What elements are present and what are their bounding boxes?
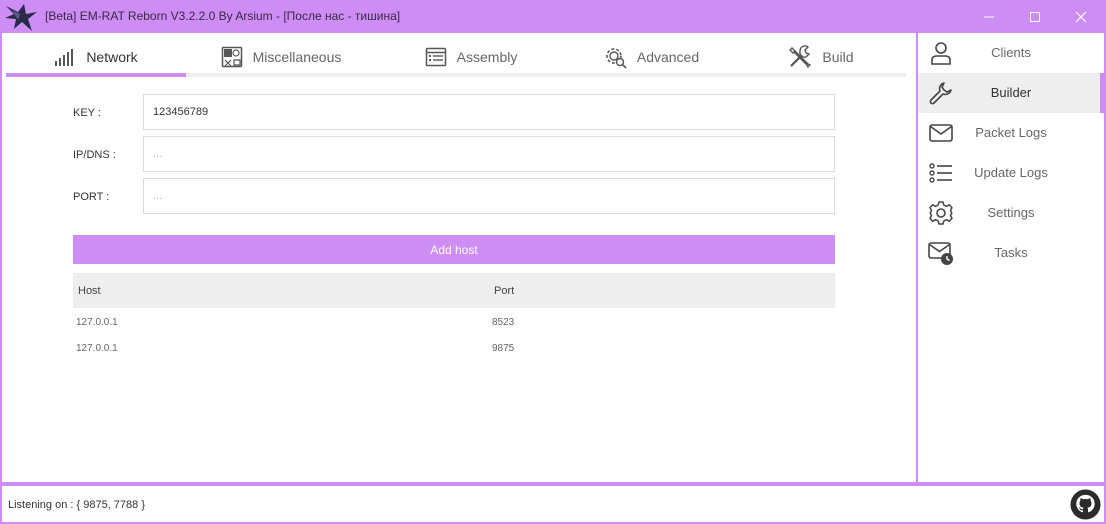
wrench-icon bbox=[929, 82, 952, 105]
sidebar-item-clients[interactable]: Clients bbox=[918, 33, 1104, 73]
misc-grid-icon bbox=[221, 46, 243, 68]
status-bar: Listening on : { 9875, 7788 } bbox=[2, 486, 1104, 522]
signal-bars-icon bbox=[54, 47, 76, 67]
column-header-host[interactable]: Host bbox=[78, 285, 101, 297]
github-icon[interactable] bbox=[1070, 489, 1101, 520]
close-icon bbox=[1075, 11, 1087, 22]
ip-dns-input[interactable] bbox=[143, 136, 835, 172]
table-row[interactable]: 127.0.0.1 8523 bbox=[73, 310, 835, 336]
port-cell: 8523 bbox=[492, 317, 515, 328]
sidebar: Clients Builder Packet Logs Update Logs bbox=[918, 33, 1104, 482]
window-title: [Beta] EM-RAT Reborn V3.2.2.0 By Arsium … bbox=[45, 9, 401, 23]
tab-advanced[interactable]: Advanced bbox=[566, 37, 736, 77]
tab-miscellaneous[interactable]: Miscellaneous bbox=[186, 37, 376, 77]
hosts-table-header: Host Port bbox=[73, 273, 835, 308]
host-cell: 127.0.0.1 bbox=[76, 317, 118, 328]
sidebar-item-label: Packet Logs bbox=[975, 125, 1047, 140]
sidebar-item-update-logs[interactable]: Update Logs bbox=[918, 153, 1104, 193]
tab-build-label: Build bbox=[822, 49, 854, 65]
sidebar-item-label: Update Logs bbox=[974, 165, 1048, 180]
tab-bar: Network Miscellaneous Assembly Advanced … bbox=[6, 37, 906, 77]
tab-build[interactable]: Build bbox=[736, 37, 906, 77]
tab-miscellaneous-label: Miscellaneous bbox=[252, 49, 342, 65]
active-item-indicator bbox=[1100, 73, 1104, 113]
maximize-icon bbox=[1030, 11, 1040, 22]
sidebar-item-packet-logs[interactable]: Packet Logs bbox=[918, 113, 1104, 153]
sidebar-item-label: Settings bbox=[987, 205, 1035, 220]
app-logo bbox=[5, 4, 37, 31]
sidebar-item-tasks[interactable]: Tasks bbox=[918, 233, 1104, 273]
table-row[interactable]: 127.0.0.1 9875 bbox=[73, 336, 835, 362]
mail-clock-icon bbox=[928, 242, 953, 265]
key-label: KEY : bbox=[73, 107, 101, 119]
add-host-button[interactable]: Add host bbox=[73, 235, 835, 264]
main-panel: Network Miscellaneous Assembly Advanced … bbox=[2, 33, 916, 482]
ip-dns-label: IP/DNS : bbox=[73, 149, 116, 161]
status-text: Listening on : { 9875, 7788 } bbox=[8, 499, 146, 511]
active-tab-indicator bbox=[6, 73, 186, 77]
tab-assembly-label: Assembly bbox=[456, 49, 518, 65]
tools-icon bbox=[788, 45, 812, 69]
host-cell: 127.0.0.1 bbox=[76, 343, 118, 354]
tab-assembly[interactable]: Assembly bbox=[376, 37, 566, 77]
list-icon bbox=[929, 163, 952, 183]
maximize-button[interactable] bbox=[1012, 0, 1058, 33]
key-input[interactable] bbox=[143, 94, 835, 130]
tab-advanced-label: Advanced bbox=[636, 49, 700, 65]
port-input[interactable] bbox=[143, 178, 835, 214]
port-label: PORT : bbox=[73, 191, 110, 203]
sidebar-item-label: Clients bbox=[991, 45, 1031, 60]
sidebar-item-settings[interactable]: Settings bbox=[918, 193, 1104, 233]
title-bar: [Beta] EM-RAT Reborn V3.2.2.0 By Arsium … bbox=[0, 0, 1106, 33]
user-icon bbox=[931, 42, 951, 65]
list-doc-icon bbox=[425, 46, 447, 68]
sidebar-item-label: Builder bbox=[990, 85, 1032, 100]
minimize-button[interactable] bbox=[966, 0, 1012, 33]
sidebar-item-builder[interactable]: Builder bbox=[918, 73, 1104, 113]
column-header-port[interactable]: Port bbox=[494, 285, 514, 297]
gear-search-icon bbox=[603, 45, 627, 69]
port-cell: 9875 bbox=[492, 343, 515, 354]
tab-network[interactable]: Network bbox=[6, 37, 186, 77]
tab-network-label: Network bbox=[86, 49, 138, 65]
envelope-icon bbox=[929, 124, 953, 142]
gear-icon bbox=[929, 201, 953, 225]
minimize-icon bbox=[984, 16, 994, 17]
close-button[interactable] bbox=[1058, 0, 1104, 33]
sidebar-item-label: Tasks bbox=[994, 245, 1028, 260]
